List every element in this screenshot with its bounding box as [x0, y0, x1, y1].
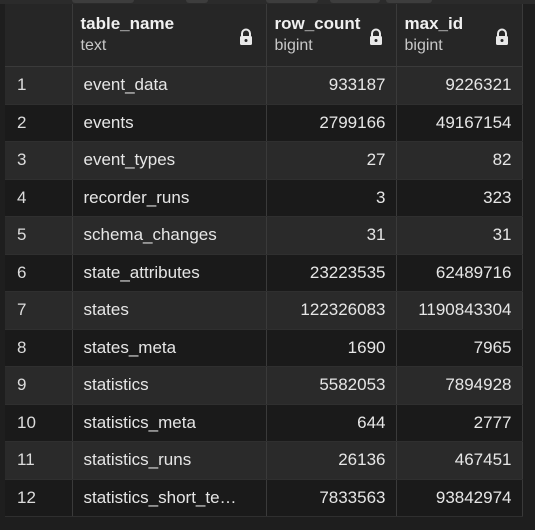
toolbar-button-edge[interactable] [186, 0, 208, 3]
cell-row-count[interactable]: 7833563 [266, 479, 397, 517]
results-grid: table_name text row_count bigint max_id … [5, 4, 523, 517]
row-number[interactable]: 5 [5, 216, 73, 255]
cell-row-count[interactable]: 23223535 [266, 254, 397, 292]
lock-icon [369, 28, 382, 45]
row-number[interactable]: 2 [5, 104, 73, 142]
cell-max-id[interactable]: 467451 [396, 441, 523, 480]
cell-row-count[interactable]: 2799166 [266, 104, 397, 142]
lock-icon [495, 28, 508, 45]
table-row[interactable]: 9 statistics 5582053 7894928 [5, 366, 523, 405]
column-header-row-count[interactable]: row_count bigint [266, 4, 397, 67]
column-header-max-id[interactable]: max_id bigint [396, 4, 523, 67]
table-row[interactable]: 3 event_types 27 82 [5, 141, 523, 180]
cell-row-count[interactable]: 27 [266, 141, 397, 180]
cell-max-id[interactable]: 93842974 [396, 479, 523, 517]
cell-row-count[interactable]: 122326083 [266, 291, 397, 330]
cell-table-name[interactable]: states_meta [72, 329, 267, 367]
toolbar-button-edge[interactable] [330, 0, 380, 3]
cell-max-id[interactable]: 7965 [396, 329, 523, 367]
cell-table-name[interactable]: statistics_meta [72, 404, 267, 442]
cell-row-count[interactable]: 644 [266, 404, 397, 442]
cell-table-name[interactable]: event_types [72, 141, 267, 180]
cell-max-id[interactable]: 49167154 [396, 104, 523, 142]
table-row[interactable]: 4 recorder_runs 3 323 [5, 179, 523, 217]
cell-table-name[interactable]: statistics_short_te… [72, 479, 267, 517]
cell-max-id[interactable]: 7894928 [396, 366, 523, 405]
row-number[interactable]: 10 [5, 404, 73, 442]
vertical-scrollbar-track[interactable] [523, 4, 535, 530]
table-row[interactable]: 5 schema_changes 31 31 [5, 216, 523, 255]
row-number[interactable]: 7 [5, 291, 73, 330]
table-row[interactable]: 11 statistics_runs 26136 467451 [5, 441, 523, 480]
row-number[interactable]: 4 [5, 179, 73, 217]
cell-table-name[interactable]: event_data [72, 66, 267, 105]
cell-max-id[interactable]: 62489716 [396, 254, 523, 292]
table-row[interactable]: 7 states 122326083 1190843304 [5, 291, 523, 330]
column-header-table-name[interactable]: table_name text [72, 4, 267, 67]
cell-table-name[interactable]: statistics [72, 366, 267, 405]
cell-table-name[interactable]: states [72, 291, 267, 330]
cell-max-id[interactable]: 31 [396, 216, 523, 255]
table-row[interactable]: 8 states_meta 1690 7965 [5, 329, 523, 367]
row-number[interactable]: 6 [5, 254, 73, 292]
cell-max-id[interactable]: 82 [396, 141, 523, 180]
toolbar-button-edge[interactable] [266, 0, 318, 3]
cell-row-count[interactable]: 5582053 [266, 366, 397, 405]
header-row: table_name text row_count bigint max_id … [5, 4, 523, 67]
row-number[interactable]: 3 [5, 141, 73, 180]
cell-table-name[interactable]: recorder_runs [72, 179, 267, 217]
row-number[interactable]: 11 [5, 441, 73, 480]
cell-table-name[interactable]: statistics_runs [72, 441, 267, 480]
row-number[interactable]: 9 [5, 366, 73, 405]
table-row[interactable]: 1 event_data 933187 9226321 [5, 66, 523, 105]
cell-max-id[interactable]: 2777 [396, 404, 523, 442]
lock-icon [239, 28, 252, 45]
row-number[interactable]: 8 [5, 329, 73, 367]
cell-row-count[interactable]: 3 [266, 179, 397, 217]
table-row[interactable]: 6 state_attributes 23223535 62489716 [5, 254, 523, 292]
table-row[interactable]: 10 statistics_meta 644 2777 [5, 404, 523, 442]
cell-table-name[interactable]: events [72, 104, 267, 142]
table-row[interactable]: 12 statistics_short_te… 7833563 93842974 [5, 479, 523, 517]
cell-max-id[interactable]: 323 [396, 179, 523, 217]
toolbar-button-edge[interactable] [386, 0, 432, 3]
table-row[interactable]: 2 events 2799166 49167154 [5, 104, 523, 142]
toolbar-button-edge[interactable] [72, 0, 134, 3]
select-all-corner[interactable] [5, 4, 73, 67]
cell-max-id[interactable]: 9226321 [396, 66, 523, 105]
cell-row-count[interactable]: 933187 [266, 66, 397, 105]
cell-row-count[interactable]: 31 [266, 216, 397, 255]
row-number[interactable]: 1 [5, 66, 73, 105]
cell-row-count[interactable]: 26136 [266, 441, 397, 480]
cell-max-id[interactable]: 1190843304 [396, 291, 523, 330]
cell-table-name[interactable]: schema_changes [72, 216, 267, 255]
cell-row-count[interactable]: 1690 [266, 329, 397, 367]
cell-table-name[interactable]: state_attributes [72, 254, 267, 292]
row-number[interactable]: 12 [5, 479, 73, 517]
